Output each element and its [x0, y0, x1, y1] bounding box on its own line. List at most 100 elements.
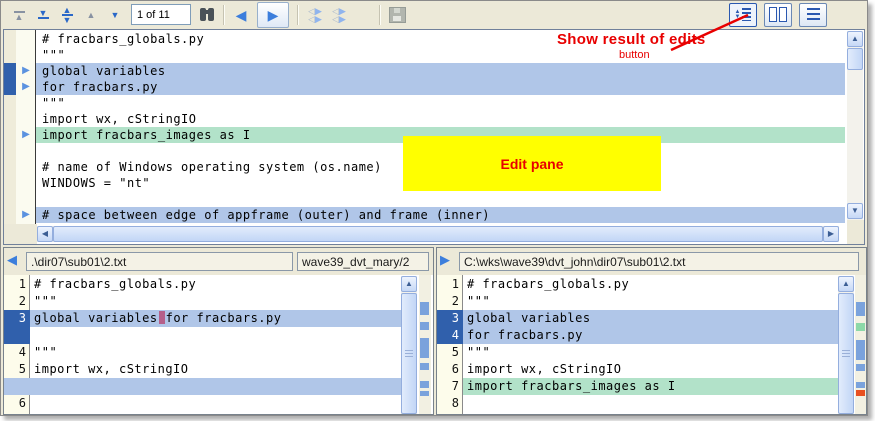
left-file-label-field[interactable]: [297, 252, 429, 271]
file-code-line[interactable]: [4, 378, 401, 395]
diff-map-mark: [856, 323, 865, 331]
last-difference-icon: ▼: [38, 10, 49, 20]
edit-code-line[interactable]: ▶for fracbars.py: [4, 79, 845, 95]
save-icon: [389, 7, 406, 23]
line-number: 1: [437, 276, 463, 293]
edit-code-line[interactable]: import wx, cStringIO: [4, 111, 845, 127]
edit-pane-rows: # fracbars_globals.py"""▶global variable…: [4, 31, 845, 223]
change-block-cell: [4, 63, 16, 79]
view-toggle-group: ▲▼: [729, 3, 827, 27]
scroll-right-button[interactable]: ▶: [823, 226, 839, 242]
scroll-thumb[interactable]: [53, 226, 823, 242]
arrow-gutter-cell: [16, 191, 36, 207]
diff-map-mark: [420, 302, 429, 315]
right-file-path-field[interactable]: [459, 252, 859, 271]
find-button[interactable]: [195, 3, 219, 27]
edit-vertical-scrollbar[interactable]: ▲ ▼: [847, 31, 863, 220]
last-difference-button[interactable]: ▼: [31, 3, 55, 27]
code-text: # fracbars_globals.py: [30, 276, 401, 293]
code-text: import wx, cStringIO: [36, 111, 845, 127]
stacked-view-button[interactable]: [799, 3, 827, 27]
arrow-gutter-cell: [16, 111, 36, 127]
code-text: [36, 191, 845, 207]
show-result-of-edits-button[interactable]: ▲▼: [729, 3, 757, 27]
change-block-cell: [4, 207, 16, 223]
file-code-line[interactable]: 1# fracbars_globals.py: [4, 276, 401, 293]
scroll-up-button[interactable]: ▲: [838, 276, 854, 292]
code-text: import wx, cStringIO: [30, 361, 401, 378]
right-pane-rows: 1# fracbars_globals.py2"""3global variab…: [437, 276, 838, 415]
previous-difference-icon: ▲: [87, 12, 96, 18]
line-number: [4, 378, 30, 395]
file-code-line[interactable]: 3global variables: [437, 310, 838, 327]
edit-pane-annotation: Edit pane: [403, 136, 661, 191]
arrow-gutter-cell: [16, 31, 36, 47]
file-code-line[interactable]: 3global variablesfor fracbars.py: [4, 310, 401, 327]
line-number: [4, 327, 30, 344]
file-code-line[interactable]: 6: [4, 395, 401, 412]
arrow-gutter-cell: [16, 175, 36, 191]
file-code-line[interactable]: 8: [437, 395, 838, 412]
file-code-line[interactable]: 2""": [4, 293, 401, 310]
next-file-button[interactable]: ▶: [257, 2, 289, 28]
line-number: 8: [437, 395, 463, 412]
edit-code-line[interactable]: # fracbars_globals.py: [4, 31, 845, 47]
line-number: 5: [437, 344, 463, 361]
left-diff-map: [419, 275, 431, 415]
left-file-triangle-icon[interactable]: ◀: [7, 253, 17, 267]
change-block-cell: [4, 127, 16, 143]
right-file-triangle-icon[interactable]: ▶: [440, 253, 450, 267]
file-code-line[interactable]: 4""": [4, 344, 401, 361]
scroll-thumb[interactable]: [847, 48, 863, 70]
merge-left-button[interactable]: ◁▶◁▶: [303, 3, 327, 27]
edit-code-line[interactable]: """: [4, 95, 845, 111]
code-text: # name of Windows operating system (os.n…: [30, 412, 401, 415]
file-code-line[interactable]: 5import wx, cStringIO: [4, 361, 401, 378]
file-code-line[interactable]: 6import wx, cStringIO: [437, 361, 838, 378]
previous-difference-button[interactable]: ▲: [79, 3, 103, 27]
edit-code-line[interactable]: ▶global variables: [4, 63, 845, 79]
file-code-line[interactable]: [4, 327, 401, 344]
save-button[interactable]: [385, 3, 409, 27]
file-code-line[interactable]: 1# fracbars_globals.py: [437, 276, 838, 293]
code-text: """: [30, 344, 401, 361]
side-by-side-view-button[interactable]: [764, 3, 792, 27]
difference-counter-input[interactable]: [131, 4, 191, 25]
change-arrow-icon[interactable]: ▶: [16, 127, 36, 143]
first-difference-button[interactable]: ▲: [7, 3, 31, 27]
file-code-line[interactable]: 7import fracbars_images as I: [437, 378, 838, 395]
scroll-down-button[interactable]: ▼: [847, 203, 863, 219]
right-file-pane: ▶ 1# fracbars_globals.py2"""3global vari…: [436, 247, 867, 415]
file-code-line[interactable]: 4for fracbars.py: [437, 327, 838, 344]
diff-map-mark: [856, 340, 865, 360]
scroll-up-button[interactable]: ▲: [847, 31, 863, 47]
change-arrow-icon[interactable]: ▶: [16, 63, 36, 79]
edit-horizontal-scrollbar[interactable]: ◀ ▶: [37, 226, 839, 242]
edit-code-line[interactable]: [4, 191, 845, 207]
previous-file-button[interactable]: ◀: [229, 3, 253, 27]
change-arrow-icon[interactable]: ▶: [16, 207, 36, 223]
code-text: [30, 327, 401, 344]
scroll-thumb[interactable]: [838, 293, 854, 414]
file-code-line[interactable]: 2""": [437, 293, 838, 310]
merge-right-button[interactable]: ◁▶◁▶: [327, 3, 351, 27]
change-arrow-icon[interactable]: ▶: [16, 79, 36, 95]
left-file-path-field[interactable]: [26, 252, 293, 271]
right-vertical-scrollbar[interactable]: ▲: [838, 276, 854, 414]
first-difference-icon: ▲: [14, 10, 25, 20]
center-difference-button[interactable]: ▲▼: [55, 3, 79, 27]
edit-code-line[interactable]: ▶# space between edge of appframe (outer…: [4, 207, 845, 223]
next-difference-button[interactable]: ▼: [103, 3, 127, 27]
scroll-thumb[interactable]: [401, 293, 417, 414]
edit-code-line[interactable]: """: [4, 47, 845, 63]
left-vertical-scrollbar[interactable]: ▲: [401, 276, 417, 414]
file-code-line[interactable]: 7# name of Windows operating system (os.…: [4, 412, 401, 415]
file-code-line[interactable]: 9# name of Windows operating system (os.…: [437, 412, 838, 415]
toolbar-separator: [379, 5, 381, 25]
change-block-cell: [4, 159, 16, 175]
code-text: """: [463, 293, 838, 310]
file-code-line[interactable]: 5""": [437, 344, 838, 361]
scroll-up-button[interactable]: ▲: [401, 276, 417, 292]
scroll-left-button[interactable]: ◀: [37, 226, 53, 242]
merge-pair-icon: ◁▶◁▶: [308, 7, 322, 23]
